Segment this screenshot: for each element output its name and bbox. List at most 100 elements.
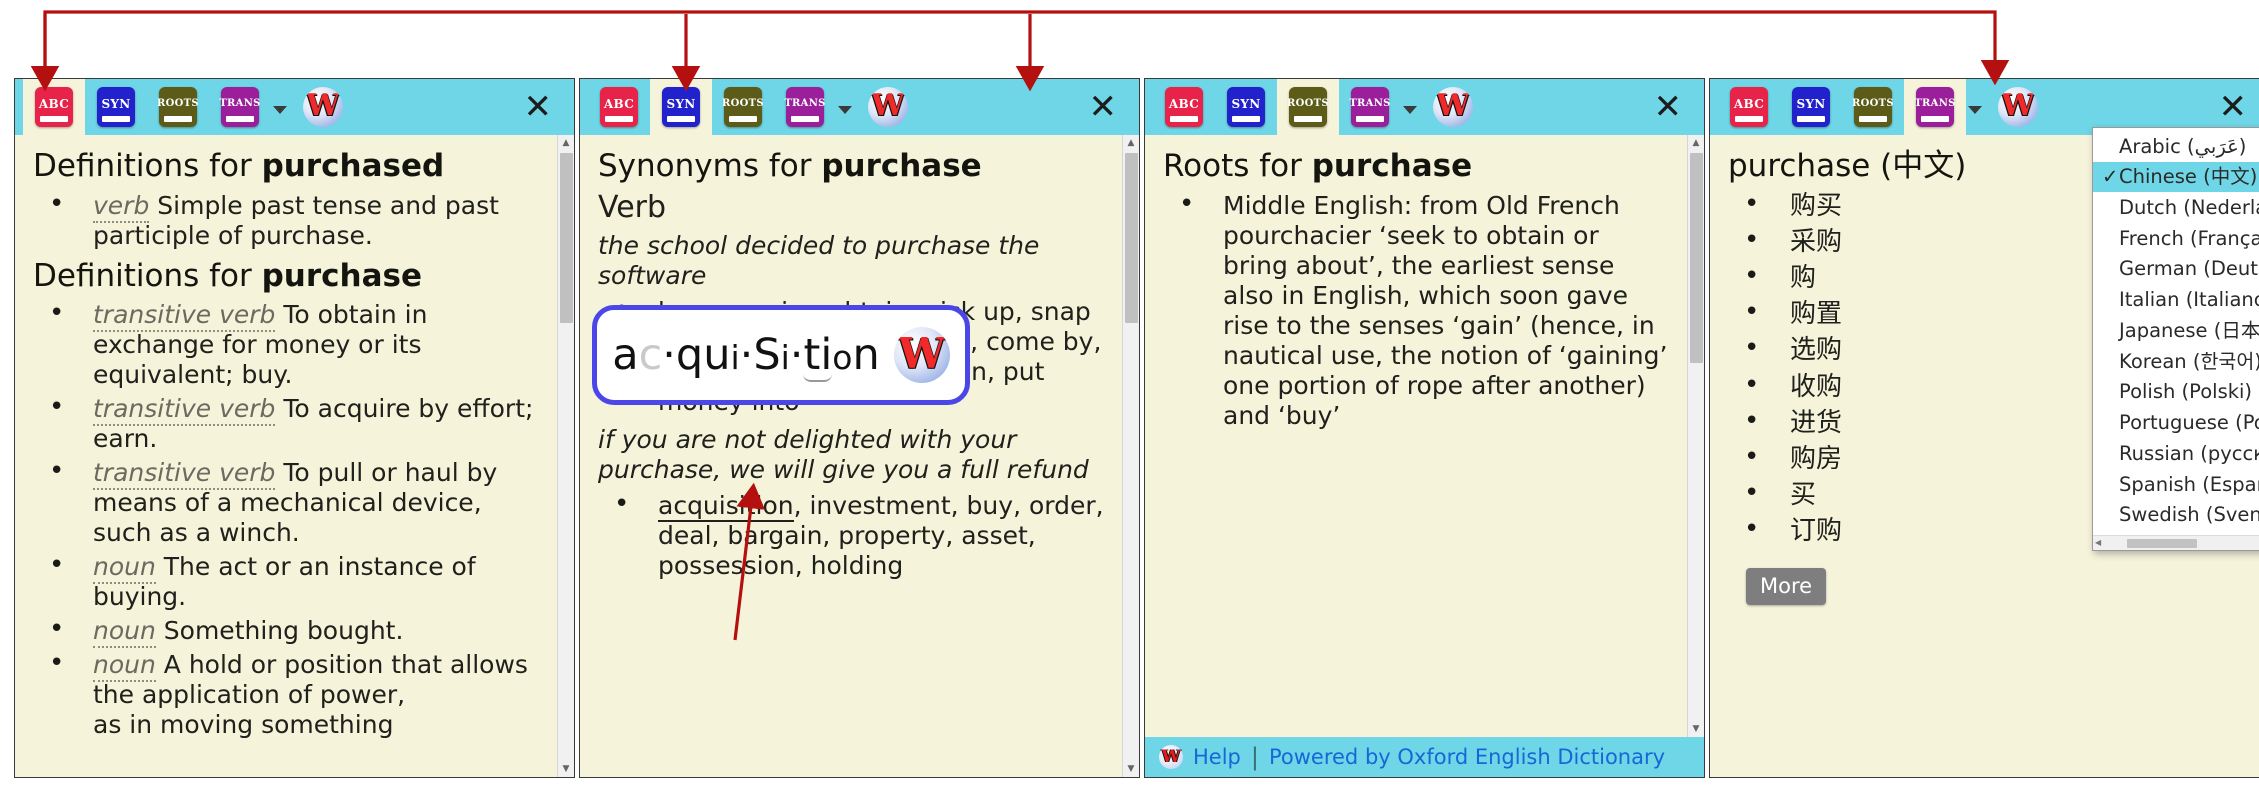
footer-separator: |	[1250, 743, 1259, 771]
scroll-down-icon[interactable]: ▼	[1123, 761, 1140, 777]
translate-tab[interactable]: TRANS	[1339, 79, 1401, 135]
language-option-dutch[interactable]: Dutch (Nederlands)	[2093, 192, 2259, 223]
language-option-spanish[interactable]: Spanish (Español)	[2093, 469, 2259, 500]
syn-book-icon: SYN	[97, 87, 135, 127]
language-option-arabic[interactable]: Arabic (عَرَبي)	[2093, 131, 2259, 162]
scrollbar-thumb[interactable]	[1125, 153, 1138, 323]
scroll-down-icon[interactable]: ▼	[1688, 721, 1705, 737]
language-option-german[interactable]: German (Deutsch)	[2093, 254, 2259, 285]
synonyms-tab[interactable]: SYN	[85, 79, 147, 135]
wordweb-logo-icon[interactable]: W	[893, 327, 950, 383]
hscrollbar-thumb[interactable]	[2127, 538, 2197, 548]
wordweb-logo-icon[interactable]: W	[1998, 87, 2038, 127]
language-option-polish[interactable]: Polish (Polski)	[2093, 377, 2259, 408]
abc-book-icon: ABC	[1730, 87, 1768, 127]
language-option-russian[interactable]: Russian (русский)	[2093, 438, 2259, 469]
synonyms-content: Synonyms for purchase Verb the school de…	[580, 135, 1122, 777]
close-button[interactable]: ✕	[1089, 90, 1118, 124]
hscroll-left-icon[interactable]: ◀	[2095, 538, 2101, 547]
scroll-down-icon[interactable]: ▼	[558, 761, 575, 777]
definitions-tab[interactable]: ABC	[1718, 79, 1780, 135]
panel1-scrollbar[interactable]: ▲ ▼	[557, 135, 574, 777]
chevron-down-icon[interactable]	[1403, 106, 1417, 114]
wordweb-logo-icon[interactable]: W	[303, 87, 343, 127]
definitions-list-purchase: transitive verb To obtain in exchange fo…	[33, 298, 541, 740]
language-option-korean[interactable]: Korean (한국어)	[2093, 346, 2259, 377]
definitions-content: Definitions for purchased verb Simple pa…	[15, 135, 557, 777]
roots-footer: W Help | Powered by Oxford English Dicti…	[1145, 737, 1704, 777]
language-option-swedish[interactable]: Swedish (Svenska)	[2093, 500, 2259, 531]
abc-book-icon: ABC	[600, 87, 638, 127]
part-of-speech: noun	[93, 650, 156, 683]
close-button[interactable]: ✕	[524, 90, 553, 124]
chevron-down-icon[interactable]	[273, 106, 287, 114]
wordweb-help-icon[interactable]: W	[1159, 745, 1183, 769]
chevron-down-icon[interactable]	[1968, 106, 1982, 114]
panel3-scrollbar[interactable]: ▲ ▼	[1687, 135, 1704, 737]
list-item: noun A hold or position that allows the …	[33, 648, 541, 740]
scroll-up-icon[interactable]: ▲	[1688, 135, 1705, 151]
more-button[interactable]: More	[1746, 567, 1827, 605]
roots-tab[interactable]: ROOTS	[1842, 79, 1904, 135]
abc-book-icon: ABC	[1165, 87, 1203, 127]
scroll-up-icon[interactable]: ▲	[558, 135, 575, 151]
panel2-content-wrap: Synonyms for purchase Verb the school de…	[580, 135, 1139, 777]
scrollbar-thumb[interactable]	[560, 153, 573, 323]
panel-strip: ABC SYN ROOTS TRANS W ✕ Definitions for …	[14, 78, 2259, 778]
list-item: transitive verb To acquire by effort; ea…	[33, 392, 541, 454]
roots-tab[interactable]: ROOTS	[1277, 79, 1339, 135]
language-option-chinese[interactable]: ✓ Chinese (中文)	[2093, 161, 2259, 193]
definitions-panel: ABC SYN ROOTS TRANS W ✕ Definitions for …	[14, 78, 575, 778]
syllable-popup[interactable]: ac·qui·Si·tion W	[592, 305, 970, 405]
list-item: noun The act or an instance of buying.	[33, 550, 541, 612]
powered-by-link[interactable]: Powered by Oxford English Dictionary	[1269, 745, 1665, 769]
translate-tab[interactable]: TRANS	[774, 79, 836, 135]
roots-book-icon: ROOTS	[722, 87, 764, 127]
part-of-speech: verb	[93, 190, 150, 223]
definitions-tab[interactable]: ABC	[23, 79, 85, 135]
synonyms-example-1: the school decided to purchase the softw…	[598, 231, 1040, 291]
roots-book-icon: ROOTS	[1852, 87, 1894, 127]
translate-tab[interactable]: TRANS	[1904, 79, 1966, 135]
wordweb-logo-icon[interactable]: W	[1433, 87, 1473, 127]
list-item: Middle English: from Old French pourchac…	[1163, 189, 1671, 431]
check-icon: ✓	[2102, 165, 2119, 189]
wordweb-logo-icon[interactable]: W	[868, 87, 908, 127]
syn-book-icon: SYN	[1227, 87, 1265, 127]
close-button[interactable]: ✕	[2219, 90, 2248, 124]
arrow-to-trans-tab	[43, 10, 2010, 86]
language-option-japanese[interactable]: Japanese (日本語)	[2093, 315, 2259, 346]
synonyms-tab[interactable]: SYN	[1215, 79, 1277, 135]
close-button[interactable]: ✕	[1654, 90, 1683, 124]
language-option-french[interactable]: French (Français)	[2093, 223, 2259, 254]
language-dropdown-menu[interactable]: Arabic (عَرَبي) ✓ Chinese (中文) Dutch (Ned…	[2092, 127, 2259, 551]
part-of-speech: noun	[93, 616, 156, 649]
translate-tab[interactable]: TRANS	[209, 79, 271, 135]
synonyms-tab[interactable]: SYN	[1780, 79, 1842, 135]
roots-book-icon: ROOTS	[157, 87, 199, 127]
language-option-italian[interactable]: Italian (Italiano)	[2093, 285, 2259, 316]
definitions-tab[interactable]: ABC	[1153, 79, 1215, 135]
roots-tab[interactable]: ROOTS	[147, 79, 209, 135]
list-item: noun Something bought.	[33, 614, 541, 649]
part-of-speech: transitive verb	[93, 394, 276, 427]
panel2-toolbar: ABC SYN ROOTS TRANS W ✕	[580, 79, 1139, 135]
definitions-heading-purchase: Definitions for purchase	[33, 257, 422, 294]
scroll-up-icon[interactable]: ▲	[1123, 135, 1140, 151]
definitions-tab[interactable]: ABC	[588, 79, 650, 135]
panel2-scrollbar[interactable]: ▲ ▼	[1122, 135, 1139, 777]
roots-tab[interactable]: ROOTS	[712, 79, 774, 135]
language-menu-hscrollbar[interactable]: ◀ ▶	[2093, 534, 2259, 550]
chevron-down-icon[interactable]	[838, 106, 852, 114]
synonyms-panel: ABC SYN ROOTS TRANS W ✕ Synonyms for pur…	[579, 78, 1140, 778]
abc-book-icon: ABC	[35, 87, 73, 127]
synonyms-pos-heading: Verb	[598, 189, 667, 225]
synonyms-list-2: acquisition, investment, buy, order, dea…	[598, 489, 1106, 581]
synonym-link-acquisition[interactable]: acquisition	[658, 491, 794, 523]
help-link[interactable]: Help	[1193, 745, 1241, 769]
synonyms-tab[interactable]: SYN	[650, 79, 712, 135]
scrollbar-thumb[interactable]	[1690, 153, 1703, 363]
roots-content: Roots for purchase Middle English: from …	[1145, 135, 1687, 737]
part-of-speech: noun	[93, 552, 156, 585]
language-option-portuguese[interactable]: Portuguese (Português)	[2093, 408, 2259, 439]
